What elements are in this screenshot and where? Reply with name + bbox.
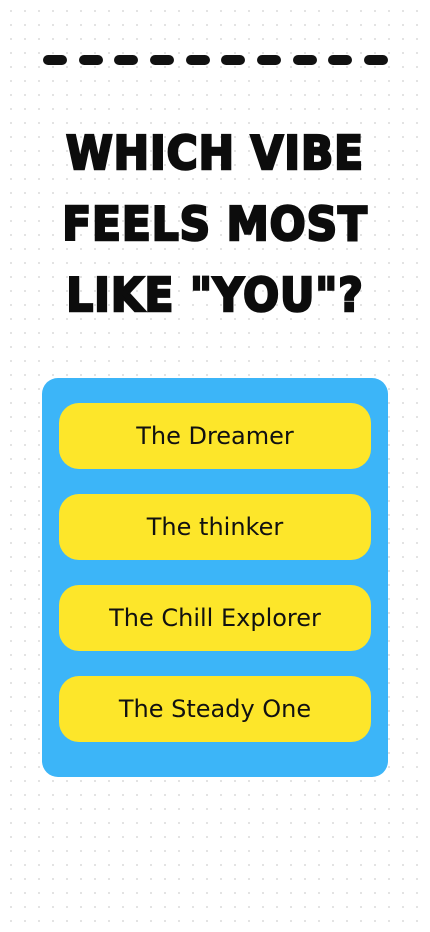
option-button-dreamer[interactable]: The Dreamer xyxy=(59,403,371,469)
option-label: The Steady One xyxy=(118,695,312,723)
option-label: The Dreamer xyxy=(136,422,294,450)
dash xyxy=(78,55,103,65)
dash xyxy=(43,55,67,65)
question-title: Which vibe feels most like "you"? xyxy=(61,125,368,324)
option-button-chill-explorer[interactable]: The Chill Explorer xyxy=(59,585,371,651)
option-label: The Chill Explorer xyxy=(109,604,321,632)
dash xyxy=(185,55,210,65)
decorative-dash-divider xyxy=(43,55,388,65)
dash xyxy=(363,55,388,65)
dash xyxy=(256,55,281,65)
dash xyxy=(328,55,353,65)
option-button-steady-one[interactable]: The Steady One xyxy=(59,676,371,742)
option-label: The thinker xyxy=(146,513,284,541)
dash xyxy=(221,55,246,65)
option-button-thinker[interactable]: The thinker xyxy=(59,494,371,560)
dash xyxy=(149,55,174,65)
options-panel: The Dreamer The thinker The Chill Explor… xyxy=(42,378,388,777)
dash xyxy=(114,55,139,65)
dash xyxy=(292,55,317,65)
